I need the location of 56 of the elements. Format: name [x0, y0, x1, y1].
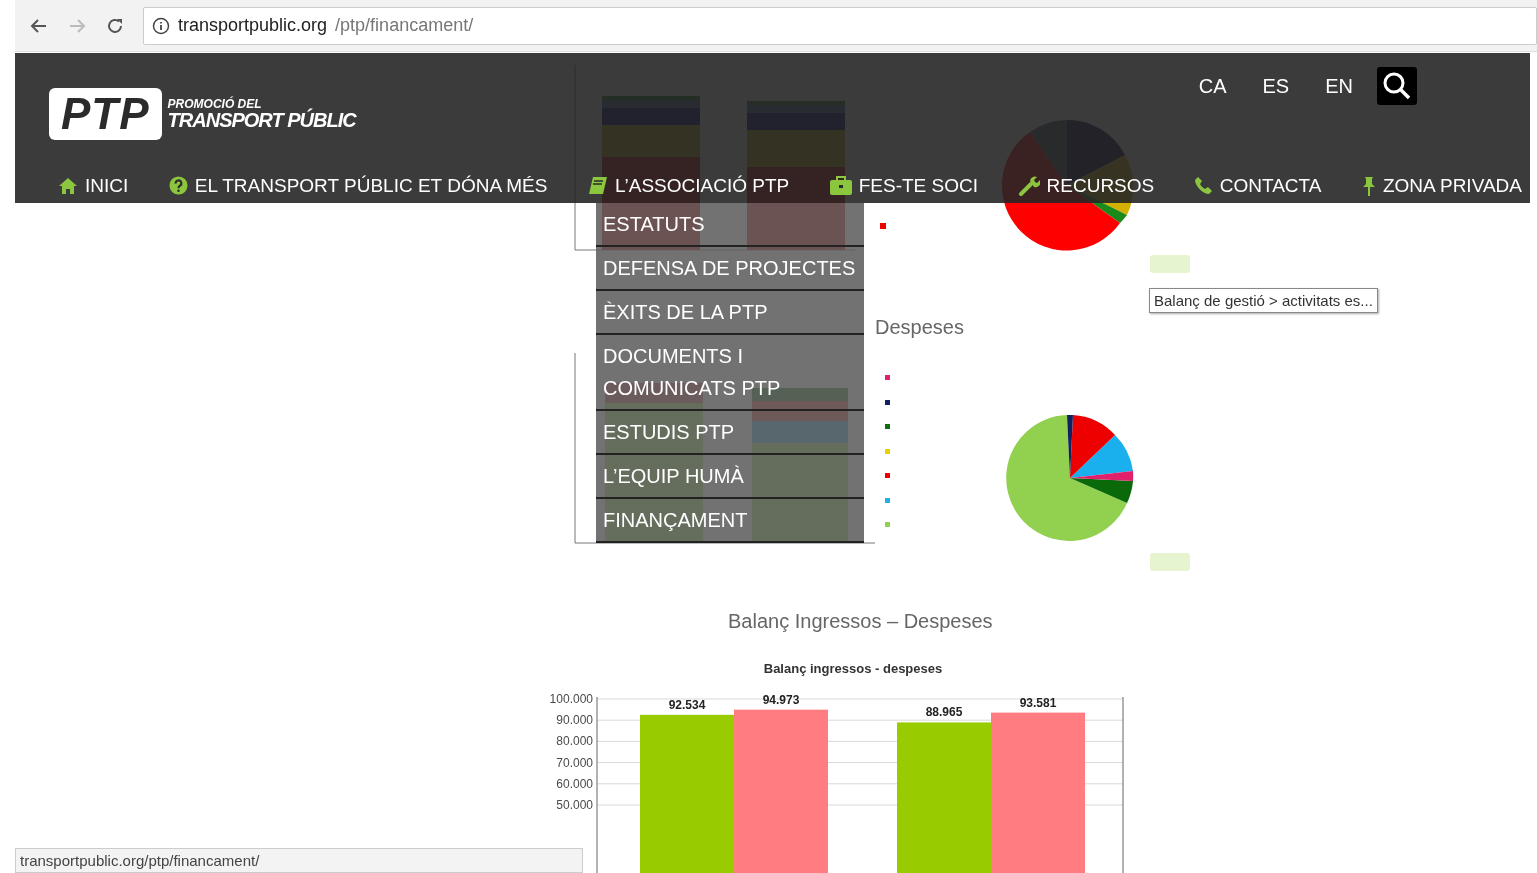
- home-icon: [58, 176, 78, 195]
- search-icon: [1382, 71, 1412, 101]
- legend-swatch: [885, 375, 890, 380]
- legend-swatch: [885, 400, 890, 405]
- logo-mark: PTP: [49, 88, 162, 140]
- legend-swatch: [885, 449, 890, 454]
- watermark-logo: [1150, 255, 1190, 273]
- axis-tick-label: 100.000: [549, 692, 593, 706]
- data-label: 92.534: [668, 697, 706, 712]
- info-icon[interactable]: [152, 16, 170, 35]
- data-label: 94.973: [762, 692, 800, 707]
- dropdown-item[interactable]: DEFENSA DE PROJECTES: [596, 247, 864, 291]
- dropdown-item[interactable]: L’EQUIP HUMÀ: [596, 455, 864, 499]
- nav-link[interactable]: ZONA PRIVADA: [1361, 174, 1522, 197]
- legend-swatch: [885, 473, 890, 478]
- axis-tick-label: 50.000: [556, 798, 593, 812]
- legend-swatch: [885, 424, 890, 429]
- search-button[interactable]: [1377, 67, 1417, 105]
- chart-title: Balanç ingressos - despeses: [763, 661, 943, 676]
- axis-tick-label: 80.000: [556, 734, 593, 749]
- briefcase-icon: [829, 176, 852, 195]
- pin-icon: [1361, 175, 1376, 196]
- language-link[interactable]: ES: [1262, 74, 1290, 98]
- phone-icon: [1194, 176, 1213, 195]
- axis-tick-label: 70.000: [556, 755, 593, 770]
- axis-tick-label: 90.000: [556, 713, 593, 728]
- status-bar: transportpublic.org/ptp/financament/: [15, 848, 583, 873]
- section-heading: Balanç Ingressos – Despeses: [728, 610, 993, 633]
- tooltip: Balanç de gestió > activitats es...: [1149, 288, 1378, 313]
- address-bar[interactable]: transportpublic.org /ptp/financament/: [143, 6, 1537, 45]
- nav-link[interactable]: RECURSOS: [1018, 174, 1155, 197]
- dropdown-item[interactable]: ESTATUTS: [596, 203, 864, 247]
- dropdown-item[interactable]: FINANÇAMENT: [596, 499, 864, 543]
- dropdown-item[interactable]: DOCUMENTS I COMUNICATS PTP: [596, 335, 864, 411]
- nav-link[interactable]: INICI: [58, 174, 129, 197]
- dropdown-item[interactable]: ESTUDIS PTP: [596, 411, 864, 455]
- nav-link[interactable]: FES-TE SOCI: [829, 174, 979, 197]
- legend-swatch: [880, 223, 886, 229]
- section-heading: Despeses: [875, 316, 964, 339]
- language-link[interactable]: CA: [1198, 74, 1227, 98]
- nav-link[interactable]: L’ASSOCIACIÓ PTP: [588, 174, 790, 197]
- book-icon: [588, 176, 608, 195]
- legend-swatch: [885, 522, 890, 527]
- logo-title: TRANSPORT PÚBLIC: [167, 110, 356, 130]
- logo-subtitle: PROMOCIÓ DEL: [167, 98, 263, 110]
- nav-link[interactable]: EL TRANSPORT PÚBLIC ET DÓNA MÉS: [168, 174, 548, 197]
- dropdown-item[interactable]: ÈXITS DE LA PTP: [596, 291, 864, 335]
- axis-tick-label: 60.000: [556, 776, 593, 791]
- watermark-logo: [1150, 553, 1190, 571]
- data-label: 93.581: [1019, 695, 1057, 710]
- language-link[interactable]: EN: [1325, 74, 1353, 98]
- nav-link[interactable]: CONTACTA: [1194, 174, 1322, 197]
- wrench-icon: [1018, 175, 1040, 196]
- legend-swatch: [885, 498, 890, 503]
- question-icon: [168, 176, 188, 195]
- data-label: 88.965: [925, 705, 963, 720]
